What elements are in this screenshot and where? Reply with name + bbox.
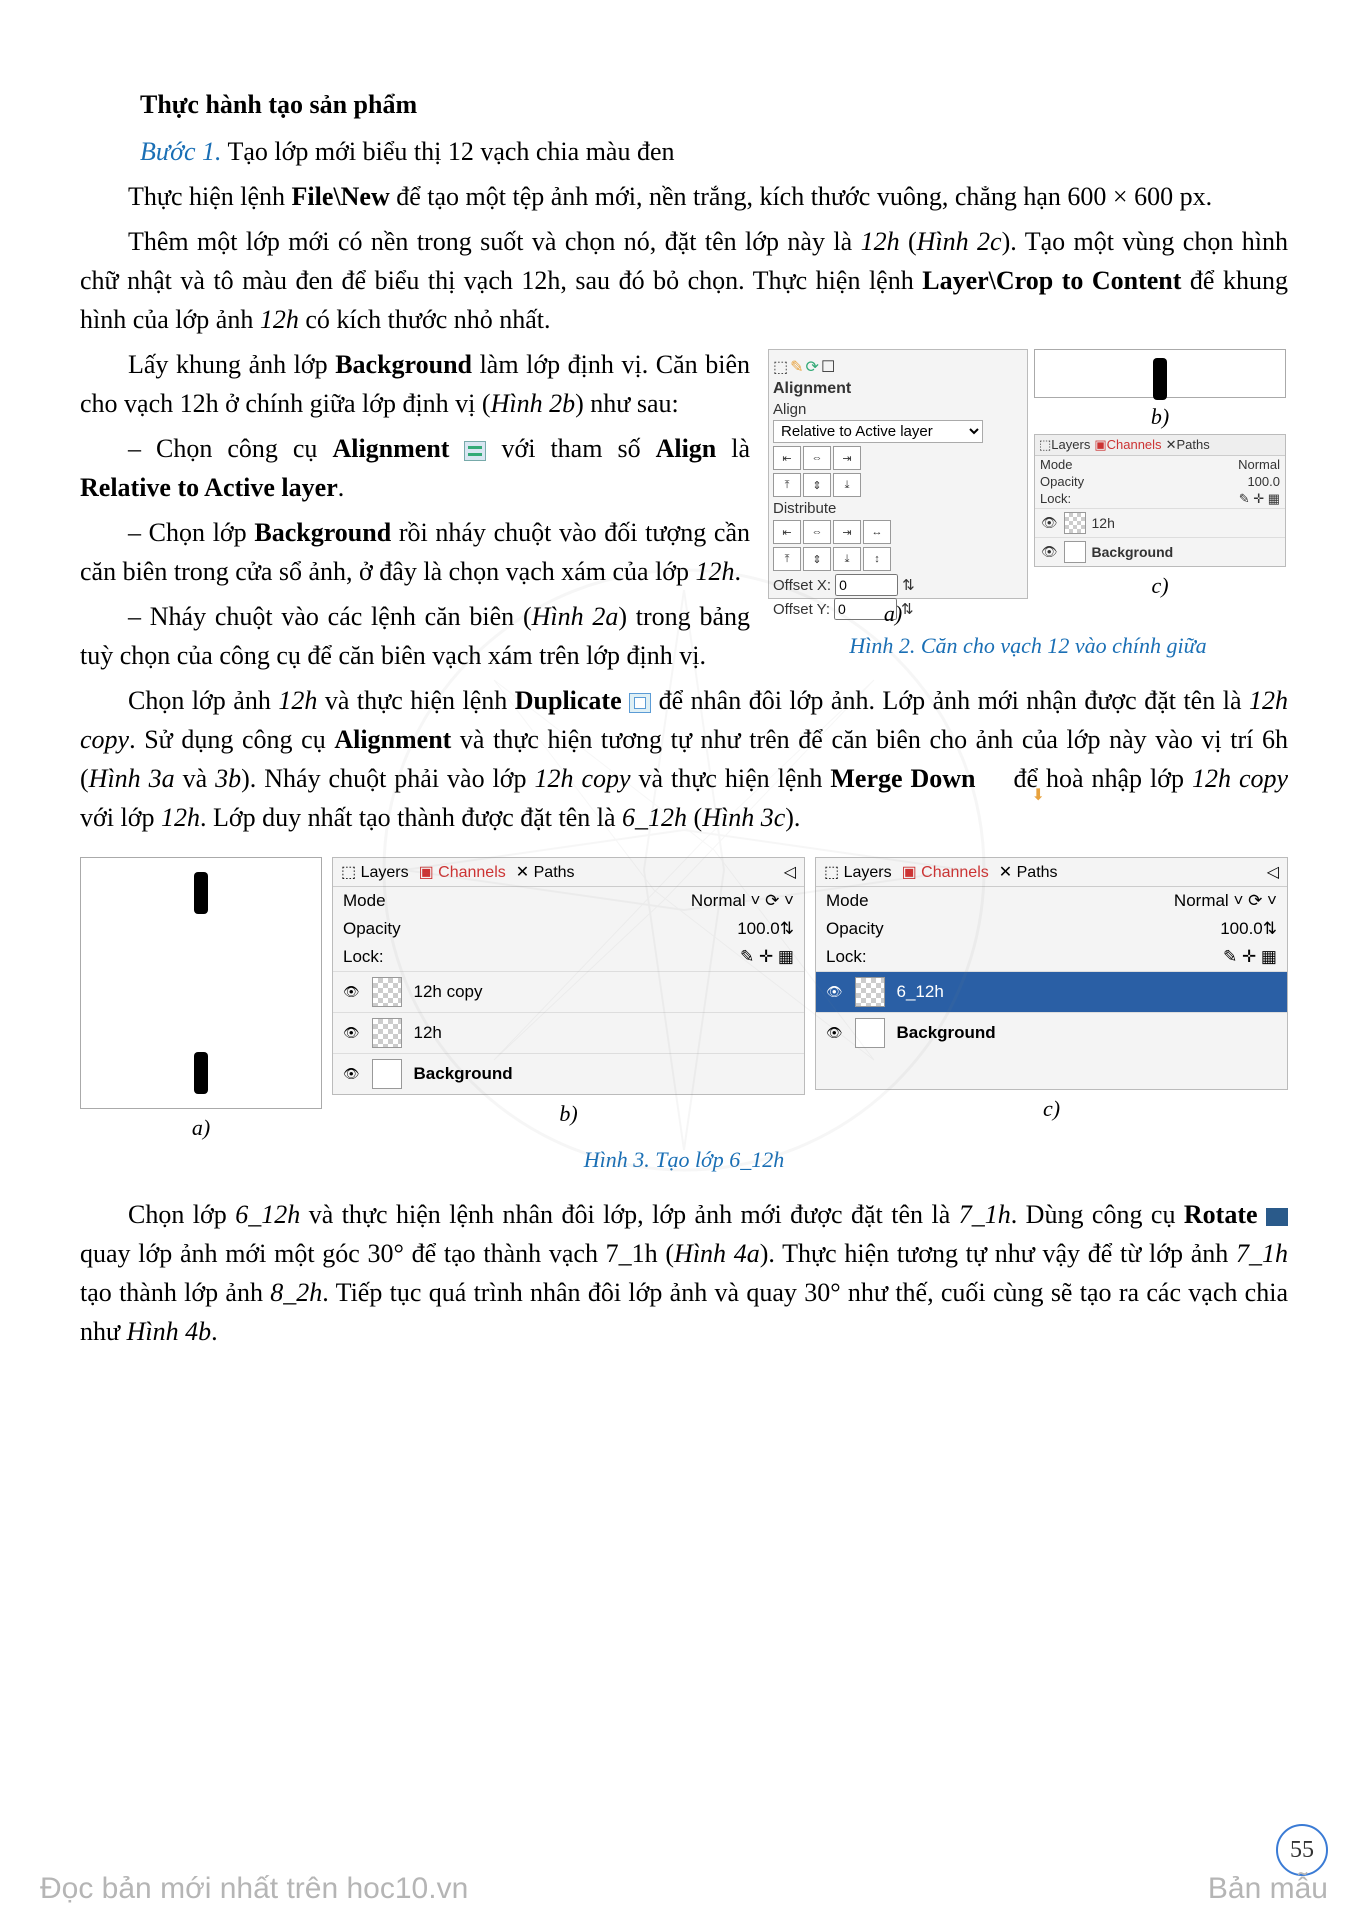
dist-top-icon[interactable]: ⤒ [773, 547, 801, 571]
paths-tab[interactable]: ✕ Paths [999, 862, 1058, 882]
lock-icons: ✎ ✛ ▦ [740, 947, 794, 967]
eye-icon[interactable]: 👁 [1041, 515, 1058, 531]
channels-tab[interactable]: ▣ Channels [902, 862, 989, 882]
paths-tab[interactable]: ✕Paths [1166, 437, 1210, 453]
canvas-preview-b [1034, 349, 1286, 398]
layers-tab[interactable]: ⬚ Layers [341, 862, 409, 882]
paragraph-4: Chọn lớp ảnh 12h và thực hiện lệnh Dupli… [80, 681, 1288, 837]
dist-hfill-icon[interactable]: ↔ [863, 520, 891, 544]
fig2-c-label: c) [1034, 573, 1286, 599]
fig2-b-label: b) [1034, 404, 1286, 430]
duplicate-icon [629, 693, 651, 713]
figure-3: a) ⬚ Layers ▣ Channels ✕ Paths ◁ ModeNor… [80, 857, 1288, 1141]
layer-item-6-12h[interactable]: 👁 6_12h [816, 971, 1287, 1012]
dist-left-icon[interactable]: ⇤ [773, 520, 801, 544]
layer-item-12h[interactable]: 👁 12h [1035, 508, 1285, 537]
toolopt-icon4: ☐ [821, 357, 835, 377]
layer-thumb [855, 977, 885, 1007]
toolopt-icon2: ✎ [790, 357, 803, 377]
fig3-caption: Hình 3. Tạo lớp 6_12h [80, 1147, 1288, 1173]
dist-hcenter-icon[interactable]: ⇔ [803, 520, 831, 544]
fig3-a-label: a) [80, 1115, 322, 1141]
footer-left: Đọc bản mới nhất trên hoc10.vn [40, 1872, 468, 1906]
layer-thumb [1064, 541, 1086, 563]
paragraph-5: Chọn lớp 6_12h và thực hiện lệnh nhân đô… [80, 1195, 1288, 1351]
alignment-header: Alignment [773, 380, 1023, 398]
toolopt-icon3: ⟳ [806, 357, 819, 377]
align-right-icon[interactable]: ⇥ [833, 446, 861, 470]
panel-menu-icon[interactable]: ◁ [784, 862, 796, 882]
layers-tab[interactable]: ⬚Layers [1039, 437, 1090, 453]
offset-x-label: Offset X: [773, 577, 831, 594]
dist-vfill-icon[interactable]: ↕ [863, 547, 891, 571]
layer-thumb [855, 1018, 885, 1048]
layer-item-background[interactable]: 👁 Background [333, 1053, 804, 1094]
layer-item-background[interactable]: 👁 Background [816, 1012, 1287, 1053]
section-title: Thực hành tạo sản phẩm [80, 90, 1288, 120]
toolopt-icon: ⬚ [773, 357, 788, 377]
layers-panel-c: ⬚ Layers ▣ Channels ✕ Paths ◁ ModeNormal… [815, 857, 1288, 1090]
alignment-panel: ⬚ ✎ ⟳ ☐ Alignment Align Relative to Acti… [768, 349, 1028, 599]
dist-bottom-icon[interactable]: ⤓ [833, 547, 861, 571]
paragraph-1: Thực hiện lệnh File\New để tạo một tệp ả… [80, 177, 1288, 216]
canvas-preview-a [80, 857, 322, 1109]
paths-tab[interactable]: ✕ Paths [516, 862, 575, 882]
page-number: 55 [1276, 1824, 1328, 1876]
layer-item-12h[interactable]: 👁 12h [333, 1012, 804, 1053]
layer-item-12h-copy[interactable]: 👁 12h copy [333, 971, 804, 1012]
eye-icon[interactable]: 👁 [1041, 544, 1058, 560]
eye-icon[interactable]: 👁 [826, 984, 843, 1000]
alignment-tool-icon [464, 441, 486, 461]
layer-thumb [1064, 512, 1086, 534]
mark-bottom [194, 1052, 208, 1094]
eye-icon[interactable]: 👁 [343, 1066, 360, 1082]
align-bottom-icon[interactable]: ⤓ [833, 473, 861, 497]
layer-item-background[interactable]: 👁 Background [1035, 537, 1285, 566]
fig2-caption: Hình 2. Căn cho vạch 12 vào chính giữa [768, 633, 1288, 659]
channels-tab[interactable]: ▣Channels [1094, 437, 1161, 453]
distribute-label: Distribute [773, 500, 1023, 517]
merge-down-icon [984, 772, 1006, 790]
layers-tab[interactable]: ⬚ Layers [824, 862, 892, 882]
spinner-icon[interactable]: ⇅ [901, 600, 914, 618]
layers-panel-b: ⬚ Layers ▣ Channels ✕ Paths ◁ ModeNormal… [332, 857, 805, 1095]
mark-top [194, 872, 208, 914]
footer-right: Bản mẫu [1208, 1872, 1328, 1906]
eye-icon[interactable]: 👁 [343, 1025, 360, 1041]
align-hcenter-icon[interactable]: ⇔ [803, 446, 831, 470]
paragraph-2: Thêm một lớp mới có nền trong suốt và ch… [80, 222, 1288, 339]
fig3-c-label: c) [815, 1096, 1288, 1122]
eye-icon[interactable]: 👁 [343, 984, 360, 1000]
lock-icons: ✎ ✛ ▦ [1223, 947, 1277, 967]
layers-panel-small: ⬚Layers ▣Channels ✕Paths ModeNormal Opac… [1034, 434, 1286, 567]
dist-right-icon[interactable]: ⇥ [833, 520, 861, 544]
align-left-icon[interactable]: ⇤ [773, 446, 801, 470]
layer-thumb [372, 977, 402, 1007]
offset-y-label: Offset Y: [773, 601, 830, 618]
offset-x-input[interactable] [835, 574, 898, 596]
align-vcenter-icon[interactable]: ⇕ [803, 473, 831, 497]
lock-icons: ✎ ✛ ▦ [1239, 491, 1280, 507]
figure-2: ⬚ ✎ ⟳ ☐ Alignment Align Relative to Acti… [768, 349, 1288, 659]
rotate-tool-icon [1266, 1208, 1288, 1226]
eye-icon[interactable]: 👁 [826, 1025, 843, 1041]
step-line: Bước 1. Tạo lớp mới biểu thị 12 vạch chi… [80, 132, 1288, 171]
align-sublabel: Align [773, 401, 1023, 418]
fig3-b-label: b) [332, 1101, 805, 1127]
layer-thumb [372, 1059, 402, 1089]
dist-vcenter-icon[interactable]: ⇕ [803, 547, 831, 571]
align-top-icon[interactable]: ⤒ [773, 473, 801, 497]
channels-tab[interactable]: ▣ Channels [419, 862, 506, 882]
mark-12h [1153, 358, 1167, 400]
step-label: Bước 1. [140, 137, 221, 166]
panel-menu-icon[interactable]: ◁ [1267, 862, 1279, 882]
align-target-select[interactable]: Relative to Active layer [773, 420, 983, 443]
spinner-icon[interactable]: ⇅ [902, 576, 915, 594]
layer-thumb [372, 1018, 402, 1048]
